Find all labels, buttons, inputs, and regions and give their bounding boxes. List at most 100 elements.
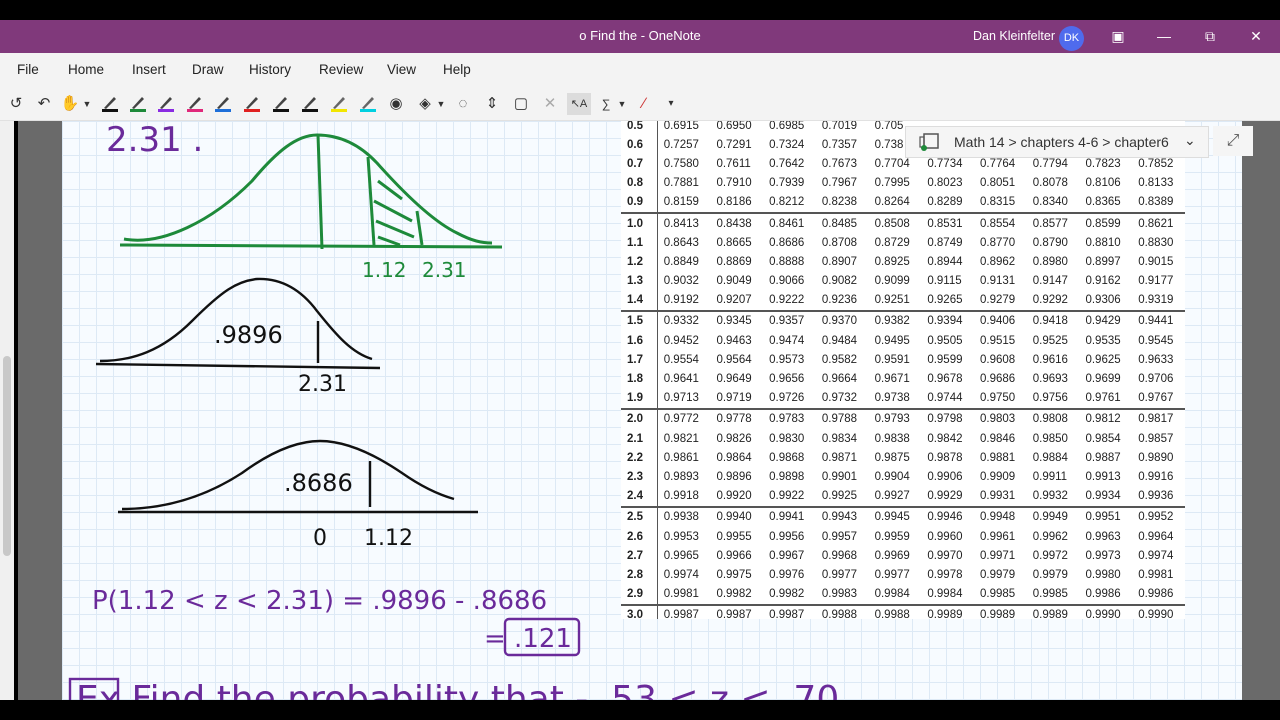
pen-blue-icon[interactable] (214, 94, 232, 112)
table-row: 2.2 0.9861 0.9864 0.9868 0.9871 0.9875 0.9878 0… (621, 448, 1185, 468)
delete-icon[interactable]: ✕ (540, 93, 560, 115)
z-row-header: 0.6 (621, 135, 658, 155)
bottom-example-text: Ex Find the probability that - .53 < z <… (76, 679, 839, 700)
pen-pink-icon[interactable] (186, 94, 204, 112)
tab-history[interactable]: History (249, 62, 291, 77)
z-cell: 0.9956 (769, 530, 805, 543)
more-options-icon[interactable]: ▾ (664, 93, 678, 115)
avatar[interactable]: DK (1059, 26, 1084, 51)
pen-red-icon[interactable] (243, 94, 261, 112)
shapes-icon[interactable]: ▢ (511, 93, 531, 115)
z-cell: 0.8907 (821, 255, 858, 268)
z-cell: 0.9678 (927, 373, 963, 386)
z-cell: 0.9988 (815, 603, 869, 619)
tab-file[interactable]: File (17, 62, 39, 77)
undo-icon[interactable]: ↶ (34, 93, 54, 115)
user-name[interactable]: Dan Kleinfelter (973, 29, 1055, 43)
z-cell: 0.9982 (716, 588, 752, 601)
tab-view[interactable]: View (387, 62, 416, 77)
tab-home[interactable]: Home (68, 62, 104, 77)
tab-draw[interactable]: Draw (192, 62, 224, 77)
ruler-icon[interactable]: ∕ (634, 93, 654, 115)
z-cell: 0.9772 (657, 407, 711, 429)
highlighter-yellow-icon[interactable] (330, 94, 348, 112)
tab-help[interactable]: Help (443, 62, 471, 77)
z-cell: 0.9904 (874, 470, 910, 483)
restore-icon[interactable]: ⧉ (1195, 23, 1225, 50)
z-cell: 0.9946 (921, 505, 975, 527)
z-cell: 0.9952 (1132, 505, 1185, 527)
back-icon[interactable]: ↺ (6, 93, 26, 115)
expand-icon[interactable]: ⤢ (1213, 126, 1253, 156)
tab-insert[interactable]: Insert (132, 62, 166, 77)
breadcrumb-path: Math 14 > chapters 4-6 > chapter6 (954, 134, 1169, 150)
tab-review[interactable]: Review (319, 62, 363, 77)
z-cell: 0.9901 (821, 470, 858, 483)
curve2-label: 2.31 (298, 372, 347, 397)
z-cell: 0.9916 (1138, 470, 1174, 483)
vertical-scrollbar[interactable] (0, 121, 14, 700)
highlighter-cyan-icon[interactable] (359, 94, 377, 112)
close-icon[interactable]: ✕ (1241, 23, 1271, 50)
z-cell: 0.9890 (1138, 451, 1174, 464)
z-cell: 0.8315 (980, 196, 1016, 209)
notebook-icon[interactable]: ▣ (1103, 23, 1133, 50)
pen-purple-icon[interactable] (157, 94, 175, 112)
z-cell: 0.9633 (1138, 353, 1174, 366)
z-cell: 0.9345 (710, 309, 764, 332)
z-cell: 0.8643 (663, 236, 699, 249)
z-cell: 0.9940 (710, 505, 764, 527)
z-cell: 0.9887 (1085, 451, 1121, 464)
z-cell: 0.9279 (980, 294, 1016, 307)
z-cell: 0.9713 (663, 392, 699, 405)
z-cell: 0.8770 (980, 236, 1016, 249)
ink-to-text-icon[interactable]: ↖A (567, 93, 591, 115)
z-row-header: 1.2 (621, 252, 658, 272)
z-cell: 0.9656 (769, 373, 805, 386)
z-cell: 0.9920 (716, 490, 752, 503)
z-cell: 0.9884 (1032, 451, 1068, 464)
z-cell: 0.9974 (663, 568, 699, 581)
z-cell: 0.8830 (1138, 236, 1174, 249)
z-cell: 0.9976 (769, 568, 805, 581)
eraser-chevron-icon[interactable]: ▼ (436, 93, 446, 115)
z-cell: 0.9788 (815, 407, 869, 429)
table-row: 0.8 0.7881 0.7910 0.7939 0.7967 0.7995 0.8023 0… (621, 173, 1185, 193)
z-cell: 0.8944 (927, 255, 963, 268)
z-cell: 0.9963 (1085, 530, 1121, 543)
eraser-icon[interactable]: ◈ (414, 93, 436, 115)
z-cell: 0.9871 (821, 451, 858, 464)
z-cell: 0.7881 (663, 177, 699, 190)
math-chevron-icon[interactable]: ▼ (617, 93, 627, 115)
z-cell: 0.7291 (716, 138, 752, 151)
z-cell: 0.7642 (769, 157, 805, 170)
add-space-icon[interactable]: ⇕ (482, 93, 502, 115)
chevron-down-icon[interactable]: ▼ (82, 93, 92, 115)
pen-green-icon[interactable] (129, 94, 147, 112)
pen-black-icon[interactable] (101, 94, 119, 112)
z-cell: 0.9664 (821, 373, 858, 386)
pen-black-2-icon[interactable] (272, 94, 290, 112)
z-cell: 0.9821 (663, 432, 699, 445)
z-cell: 0.9131 (980, 275, 1016, 288)
z-cell: 0.8186 (716, 196, 752, 209)
z-cell: 0.9986 (1138, 588, 1174, 601)
minimize-icon[interactable]: — (1149, 23, 1179, 50)
z-cell: 0.9251 (874, 294, 910, 307)
z-cell: 0.9332 (657, 309, 711, 332)
lasso-select-icon[interactable]: ◌ (453, 93, 473, 115)
scrollbar-thumb[interactable] (3, 356, 11, 556)
z-cell: 0.7019 (815, 121, 869, 136)
z-cell: 0.9082 (821, 275, 858, 288)
breadcrumb[interactable]: Math 14 > chapters 4-6 > chapter6 ⌄ (905, 126, 1209, 158)
z-table-image[interactable]: 0.5 0.6915 0.6950 0.6985 0.7019 0.705 0.6 0.725… (621, 121, 1185, 619)
ink-to-math-icon[interactable]: ∑ (595, 93, 617, 115)
z-cell: 0.9535 (1085, 334, 1121, 347)
chevron-down-icon[interactable]: ⌄ (1184, 132, 1196, 149)
z-row-header: 1.5 (621, 309, 658, 332)
palette-icon[interactable]: ◉ (386, 93, 406, 115)
pen-black-3-icon[interactable] (301, 94, 319, 112)
table-row: 2.6 0.9953 0.9955 0.9956 0.9957 0.9959 0.9960 0… (621, 526, 1185, 547)
lasso-touch-icon[interactable]: ✋ (60, 93, 80, 115)
z-cell: 0.9868 (769, 451, 805, 464)
